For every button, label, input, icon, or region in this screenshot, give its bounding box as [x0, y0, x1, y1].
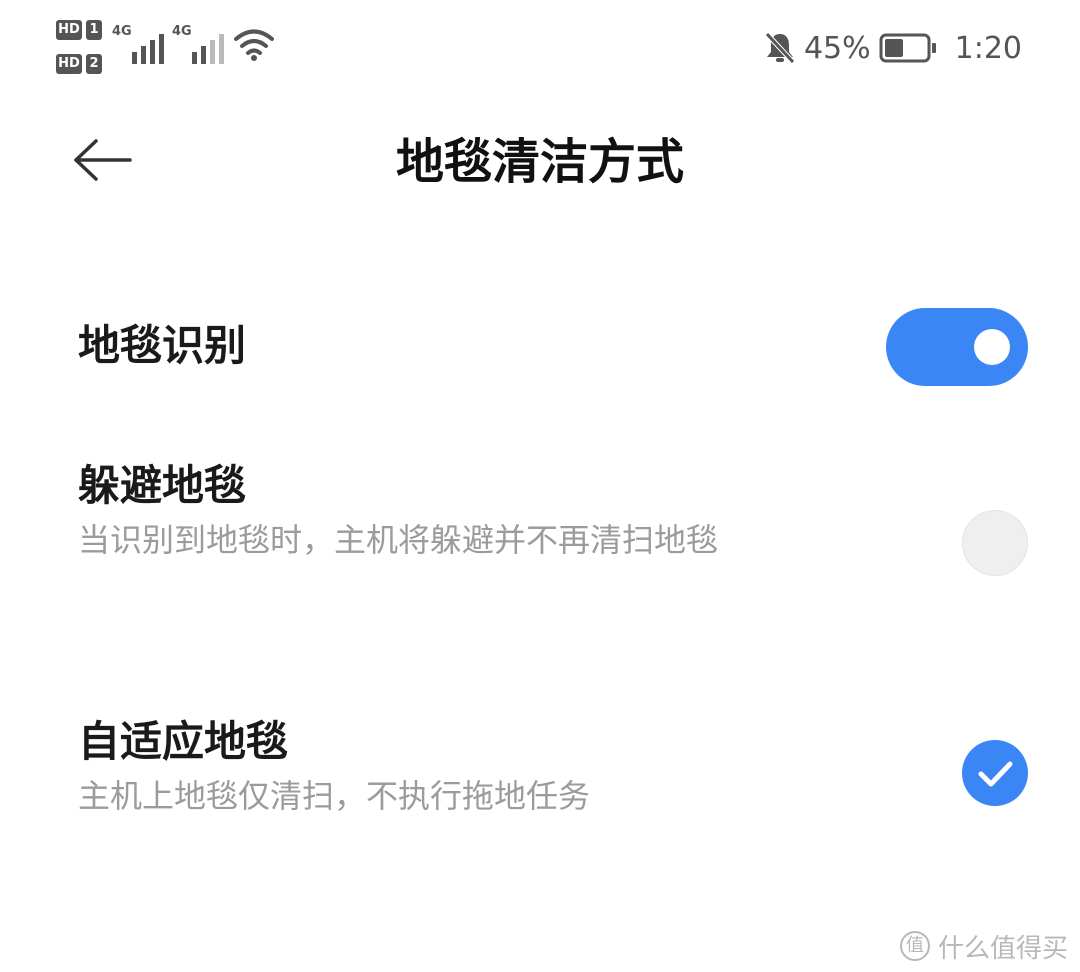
- signal-strength-1: 4G: [112, 24, 172, 64]
- network-type-label: 4G: [172, 24, 192, 39]
- carpet-recognition-row: 地毯识别: [78, 308, 1028, 386]
- watermark-text: 什么值得买: [937, 933, 1068, 964]
- checkmark-icon: [978, 761, 1013, 787]
- adaptive-carpet-option[interactable]: 自适应地毯 主机上地毯仅清扫，不执行拖地任务: [78, 716, 1028, 826]
- battery-icon: [879, 33, 936, 63]
- sim1-badge: HD 1: [56, 20, 102, 40]
- hd-badge: HD: [56, 54, 82, 74]
- adaptive-carpet-description: 主机上地毯仅清扫，不执行拖地任务: [78, 777, 591, 815]
- sim2-badge: HD 2: [56, 54, 102, 74]
- watermark: 值 什么值得买: [899, 926, 1068, 966]
- adaptive-carpet-title: 自适应地毯: [78, 717, 289, 766]
- hd-badge: HD: [56, 20, 82, 40]
- bell-muted-icon: [765, 32, 795, 64]
- wifi-icon: [234, 29, 274, 61]
- sim-slot-number: 2: [86, 54, 102, 74]
- signal-icon: [192, 34, 224, 64]
- avoid-carpet-radio[interactable]: [962, 510, 1028, 576]
- page-title: 地毯清洁方式: [395, 134, 684, 190]
- avoid-carpet-title: 躲避地毯: [78, 461, 247, 510]
- adaptive-carpet-radio[interactable]: [962, 740, 1028, 806]
- watermark-logo-icon: 值: [899, 931, 930, 961]
- sim-indicators: HD 1 HD 2: [56, 20, 102, 74]
- avoid-carpet-option[interactable]: 躲避地毯 当识别到地毯时，主机将躲避并不再清扫地毯: [78, 460, 1028, 620]
- carpet-recognition-toggle[interactable]: [886, 308, 1028, 386]
- signal-strength-2: 4G: [172, 24, 232, 64]
- clock: 1:20: [954, 30, 1022, 66]
- battery-percent: 45%: [803, 30, 871, 66]
- status-bar: HD 1 HD 2 4G 4G 45% 1:20: [0, 0, 1080, 90]
- avoid-carpet-description: 当识别到地毯时，主机将躲避并不再清扫地毯: [78, 521, 719, 559]
- sim-slot-number: 1: [86, 20, 102, 40]
- status-right: 45% 1:20: [764, 26, 1022, 70]
- toggle-knob: [974, 329, 1010, 365]
- signal-icon: [132, 34, 164, 64]
- network-type-label: 4G: [112, 24, 132, 39]
